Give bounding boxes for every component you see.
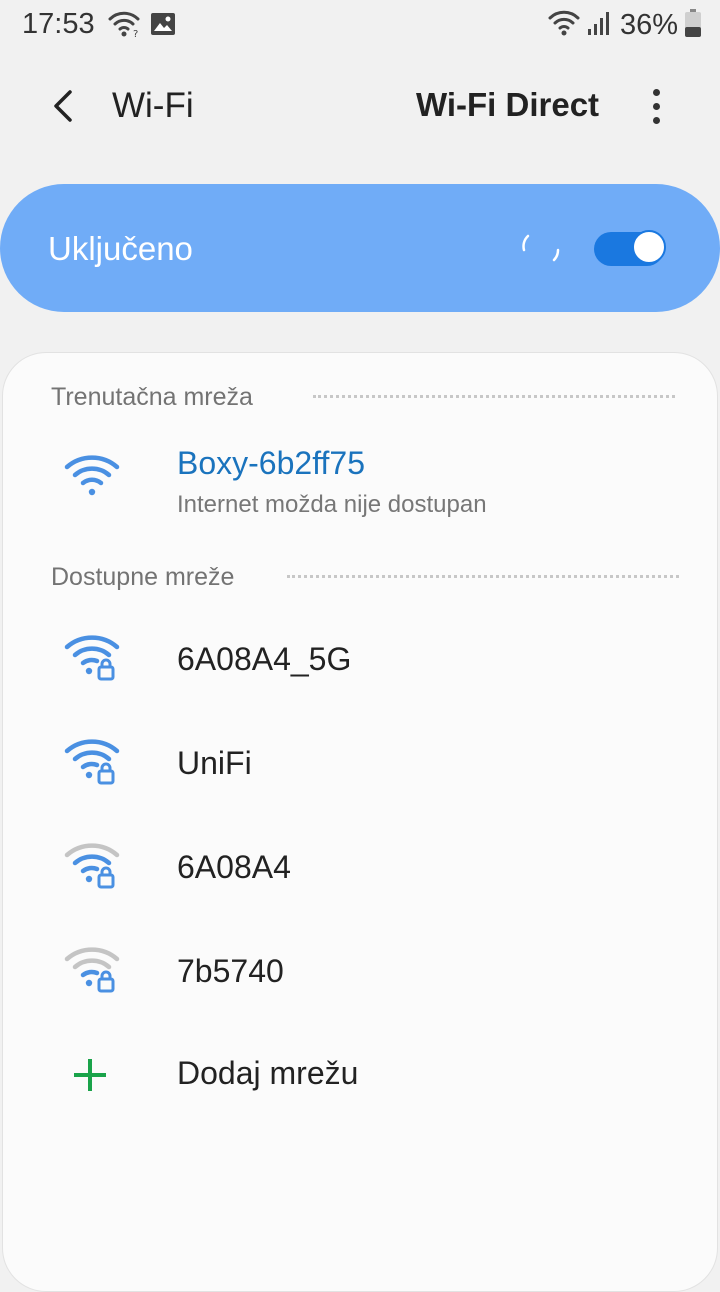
more-vertical-icon (652, 88, 660, 124)
page-title: Wi-Fi (112, 86, 194, 125)
toggle-status-label: Uključeno (48, 230, 193, 267)
wifi-direct-button[interactable]: Wi-Fi Direct (416, 86, 599, 124)
back-button[interactable] (40, 82, 88, 130)
add-network-label: Dodaj mrežu (177, 1055, 359, 1091)
wifi-switch[interactable] (594, 228, 666, 268)
wifi-lock-icon (63, 841, 123, 891)
wifi-lock-icon (63, 945, 123, 995)
network-row[interactable]: 7b5740 (3, 917, 719, 1021)
svg-text:?: ? (133, 29, 138, 38)
chevron-left-icon (54, 90, 72, 122)
network-row[interactable]: UniFi (3, 709, 719, 813)
network-name: 6A08A4 (177, 849, 291, 885)
wifi-icon (63, 453, 123, 503)
section-divider (287, 575, 679, 578)
available-networks-header: Dostupne mreže (51, 563, 235, 591)
wifi-icon: ? (108, 10, 140, 43)
add-network-button[interactable]: Dodaj mrežu (3, 1021, 719, 1125)
current-network-row[interactable]: Boxy-6b2ff75 Internet možda nije dostupa… (3, 427, 719, 537)
plus-icon (63, 1049, 123, 1099)
wifi-lock-icon (63, 737, 123, 787)
network-name: 6A08A4_5G (177, 641, 352, 677)
network-row[interactable]: 6A08A4 (3, 813, 719, 917)
battery-icon (684, 8, 702, 43)
battery-percent: 36% (619, 9, 678, 41)
network-list-panel: Trenutačna mreža Boxy-6b2ff75 Internet m… (2, 352, 718, 1292)
status-time: 17:53 (22, 8, 95, 40)
wifi-icon (548, 9, 580, 42)
current-network-status: Internet možda nije dostupan (177, 491, 487, 518)
more-options-button[interactable] (630, 80, 682, 132)
network-row[interactable]: 6A08A4_5G (3, 605, 719, 709)
current-network-name: Boxy-6b2ff75 (177, 445, 365, 481)
scanning-spinner-icon (518, 228, 564, 273)
current-network-header: Trenutačna mreža (51, 383, 253, 411)
status-bar: 17:53 ? 36% (0, 0, 720, 50)
image-icon (150, 11, 176, 42)
network-name: 7b5740 (177, 953, 284, 989)
signal-icon (586, 9, 612, 42)
wifi-master-toggle-row[interactable]: Uključeno (0, 184, 720, 312)
app-bar: Wi-Fi Wi-Fi Direct (0, 60, 720, 152)
section-divider (313, 395, 675, 398)
network-name: UniFi (177, 745, 252, 781)
wifi-lock-icon (63, 633, 123, 683)
